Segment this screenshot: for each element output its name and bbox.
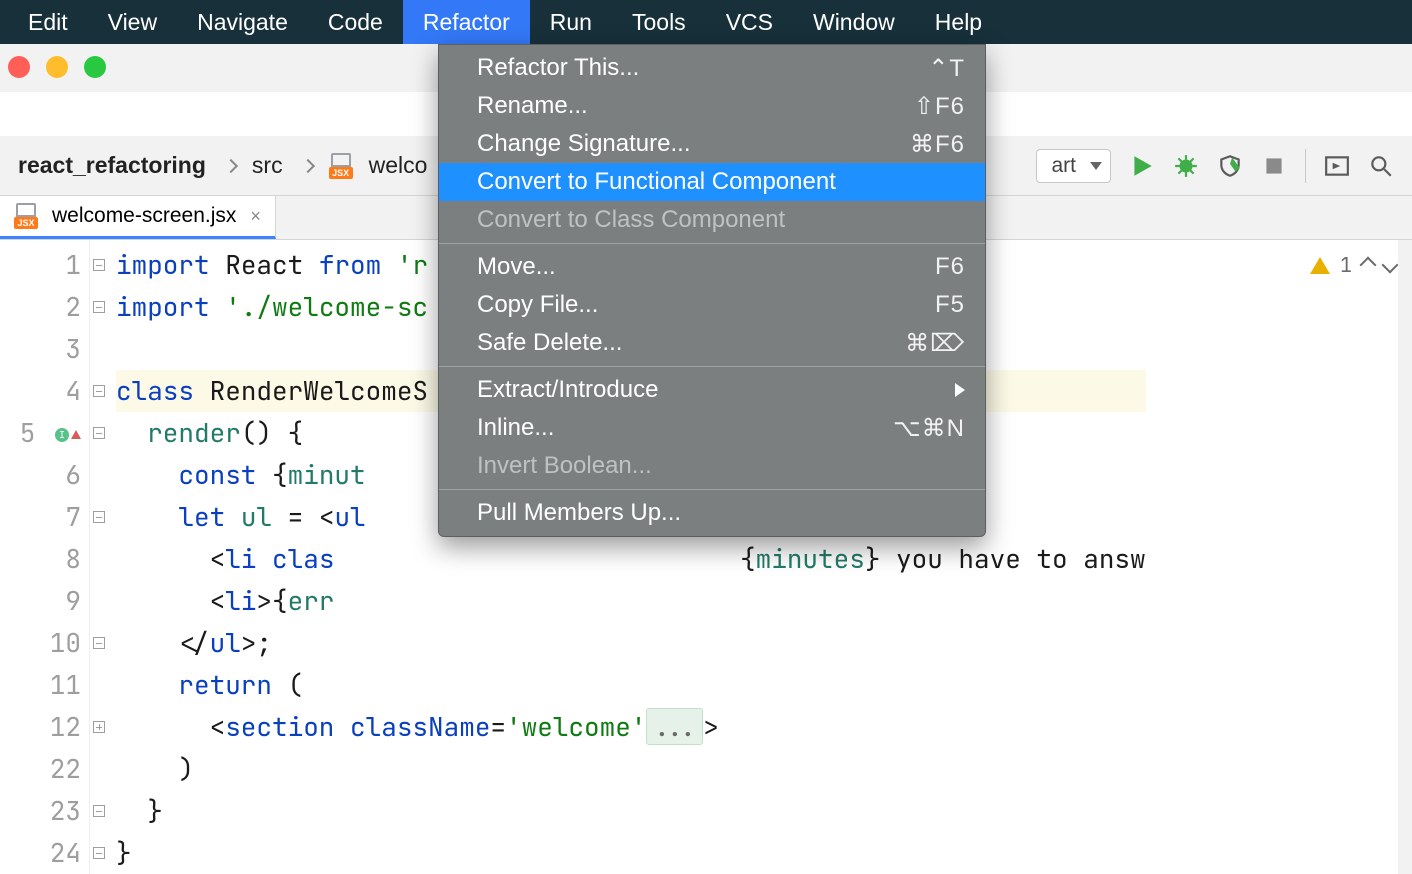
run-config-label: art [1051,154,1076,178]
inspection-widget[interactable]: 1 [1310,244,1396,286]
fold-gutter [90,240,108,874]
menu-vcs[interactable]: VCS [706,0,793,44]
warning-icon [1310,257,1330,274]
menu-code[interactable]: Code [308,0,403,44]
menu-view[interactable]: View [88,0,177,44]
menu-item-shortcut: ⌘⌦ [905,329,965,358]
code-line[interactable]: return ( [116,664,1146,706]
menu-item-shortcut: F5 [935,291,965,319]
menu-item-shortcut: ⌃T [928,54,965,83]
menu-window[interactable]: Window [793,0,915,44]
fold-toggle-icon[interactable] [93,511,105,523]
menubar: Edit View Navigate Code Refactor Run Too… [0,0,1412,44]
menu-refactor[interactable]: Refactor [403,0,530,44]
fold-toggle-icon[interactable] [93,385,105,397]
fold-toggle-icon[interactable] [93,805,105,817]
menu-item-label: Pull Members Up... [477,499,681,527]
minimize-window-icon[interactable] [46,56,68,78]
menu-item-label: Safe Delete... [477,329,622,357]
menu-item-shortcut: ⇧F6 [914,92,965,121]
menu-item-convert-to-class-component: Convert to Class Component [439,201,985,239]
menu-item-refactor-this[interactable]: Refactor This... ⌃T [439,49,985,87]
menu-item-shortcut: ⌘F6 [910,130,965,159]
menu-item-label: Inline... [477,414,554,442]
menu-item-label: Convert to Functional Component [477,168,836,196]
chevron-down-icon [1090,162,1102,170]
chevron-right-icon [301,158,315,172]
code-line[interactable]: </ul>; [116,622,1146,664]
menu-item-change-signature[interactable]: Change Signature... ⌘F6 [439,125,985,163]
menu-separator [439,489,985,490]
toolbar-separator [1305,149,1306,183]
line-number-gutter: 12345 I6789101112222324 [0,240,90,874]
toolbar-right: art [1036,149,1412,183]
menu-item-shortcut: F6 [935,253,965,281]
run-anything-icon[interactable] [1324,153,1350,179]
editor-scrollbar[interactable] [1398,240,1412,874]
breadcrumb-project[interactable]: react_refactoring [18,152,206,179]
close-window-icon[interactable] [8,56,30,78]
menu-separator [439,243,985,244]
refactor-menu-dropdown: Refactor This... ⌃T Rename... ⇧F6 Change Sig… [438,44,986,537]
menu-tools[interactable]: Tools [612,0,706,44]
menu-item-label: Refactor This... [477,54,639,82]
code-line[interactable]: <li clas {minutes} you have to answ [116,538,1146,580]
maximize-window-icon[interactable] [84,56,106,78]
tab-welcome-screen[interactable]: welcome-screen.jsx × [0,196,276,239]
jsx-file-icon [14,203,38,229]
breadcrumb-folder[interactable]: src [252,152,283,179]
prev-highlight-icon[interactable] [1360,257,1377,274]
window-traffic-lights [8,56,106,78]
code-line[interactable]: } [116,832,1146,874]
jsx-file-icon [329,153,353,179]
debug-icon[interactable] [1173,153,1199,179]
menu-item-shortcut: ⌥⌘N [893,414,965,443]
menu-item-extract-introduce[interactable]: Extract/Introduce [439,371,985,409]
fold-toggle-icon[interactable] [93,721,105,733]
fold-toggle-icon[interactable] [93,847,105,859]
search-icon[interactable] [1368,153,1394,179]
menu-item-label: Copy File... [477,291,598,319]
run-icon[interactable] [1129,153,1155,179]
menu-item-copy-file[interactable]: Copy File... F5 [439,286,985,324]
menu-item-safe-delete[interactable]: Safe Delete... ⌘⌦ [439,324,985,362]
run-config-dropdown[interactable]: art [1036,149,1111,183]
fold-toggle-icon[interactable] [93,427,105,439]
breadcrumb: react_refactoring src welco [18,152,427,179]
next-highlight-icon[interactable] [1382,257,1399,274]
code-line[interactable]: <li>{err [116,580,1146,622]
menu-item-label: Move... [477,253,556,281]
menu-item-label: Invert Boolean... [477,452,652,480]
fold-toggle-icon[interactable] [93,637,105,649]
breadcrumb-file[interactable]: welco [369,152,428,179]
menu-item-label: Convert to Class Component [477,206,785,234]
menu-item-rename[interactable]: Rename... ⇧F6 [439,87,985,125]
fold-toggle-icon[interactable] [93,259,105,271]
close-tab-icon[interactable]: × [250,206,261,227]
menu-item-label: Extract/Introduce [477,376,658,404]
submenu-arrow-icon [955,383,965,397]
tab-label: welcome-screen.jsx [52,204,236,228]
menu-separator [439,366,985,367]
chevron-right-icon [224,158,238,172]
menu-item-invert-boolean: Invert Boolean... [439,447,985,485]
coverage-icon[interactable] [1217,153,1243,179]
menu-help[interactable]: Help [915,0,1002,44]
menu-run[interactable]: Run [530,0,612,44]
menu-edit[interactable]: Edit [8,0,88,44]
code-line[interactable]: } [116,790,1146,832]
menu-item-label: Rename... [477,92,588,120]
warning-count: 1 [1340,244,1352,286]
code-line[interactable]: <section className='welcome'...> [116,706,1146,748]
menu-item-label: Change Signature... [477,130,690,158]
code-line[interactable]: ) [116,748,1146,790]
fold-toggle-icon[interactable] [93,301,105,313]
menu-item-move[interactable]: Move... F6 [439,248,985,286]
menu-item-pull-members-up[interactable]: Pull Members Up... [439,494,985,532]
menu-item-inline[interactable]: Inline... ⌥⌘N [439,409,985,447]
menu-item-convert-to-functional-component[interactable]: Convert to Functional Component [439,163,985,201]
menu-navigate[interactable]: Navigate [177,0,308,44]
stop-icon[interactable] [1261,153,1287,179]
